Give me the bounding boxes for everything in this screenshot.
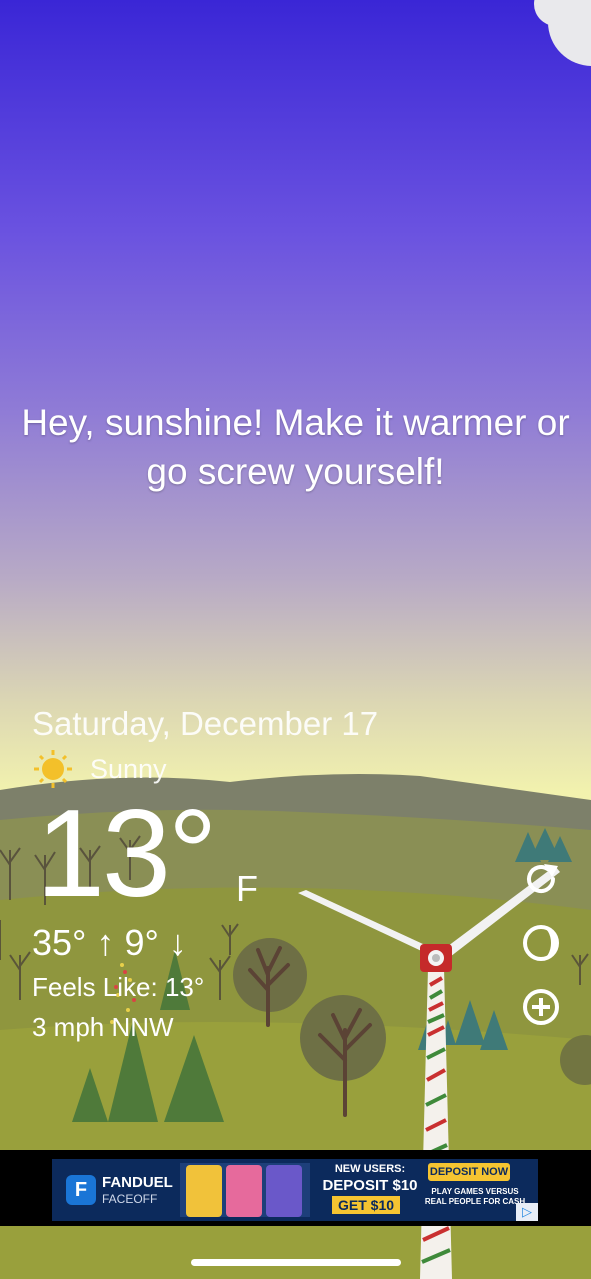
ad-phones-image	[180, 1163, 310, 1217]
ad-headline: NEW USERS:	[334, 1163, 406, 1175]
adchoices-icon[interactable]: ▷	[516, 1203, 538, 1221]
feels-like-label: Feels Like: 13°	[32, 972, 205, 1002]
temperature-unit: F	[236, 868, 258, 909]
weather-message: Hey, sunshine! Make it warmer or go scre…	[21, 402, 570, 492]
cloud-icon	[534, 0, 591, 66]
ad-creative[interactable]: F FANDUEL FACEOFF NEW USERS: DEPOSIT $10…	[52, 1159, 538, 1221]
ad-offer: DEPOSIT $10	[322, 1177, 418, 1194]
home-indicator[interactable]	[191, 1259, 401, 1266]
add-icon[interactable]	[520, 986, 562, 1028]
date-label: Saturday, December 17	[32, 705, 379, 742]
condition-label: Sunny	[90, 754, 167, 784]
refresh-icon[interactable]	[520, 858, 562, 900]
moon-phase-icon[interactable]	[520, 922, 562, 964]
ad-tagline: PLAY GAMES VERSUS REAL PEOPLE FOR CASH	[424, 1187, 526, 1206]
ad-offer2: GET $10	[332, 1196, 400, 1214]
ad-banner[interactable]: F FANDUEL FACEOFF NEW USERS: DEPOSIT $10…	[0, 1150, 591, 1226]
current-temperature: 13°	[36, 785, 218, 923]
fanduel-logo-icon: F	[66, 1175, 96, 1205]
high-low-temperature: 35° ↑ 9° ↓	[32, 922, 187, 963]
wind-label: 3 mph NNW	[32, 1012, 174, 1042]
weather-scene	[0, 0, 591, 1279]
ad-brand: FANDUEL	[102, 1174, 173, 1191]
ad-product: FACEOFF	[102, 1192, 158, 1206]
deposit-now-button[interactable]: DEPOSIT NOW	[428, 1163, 510, 1181]
